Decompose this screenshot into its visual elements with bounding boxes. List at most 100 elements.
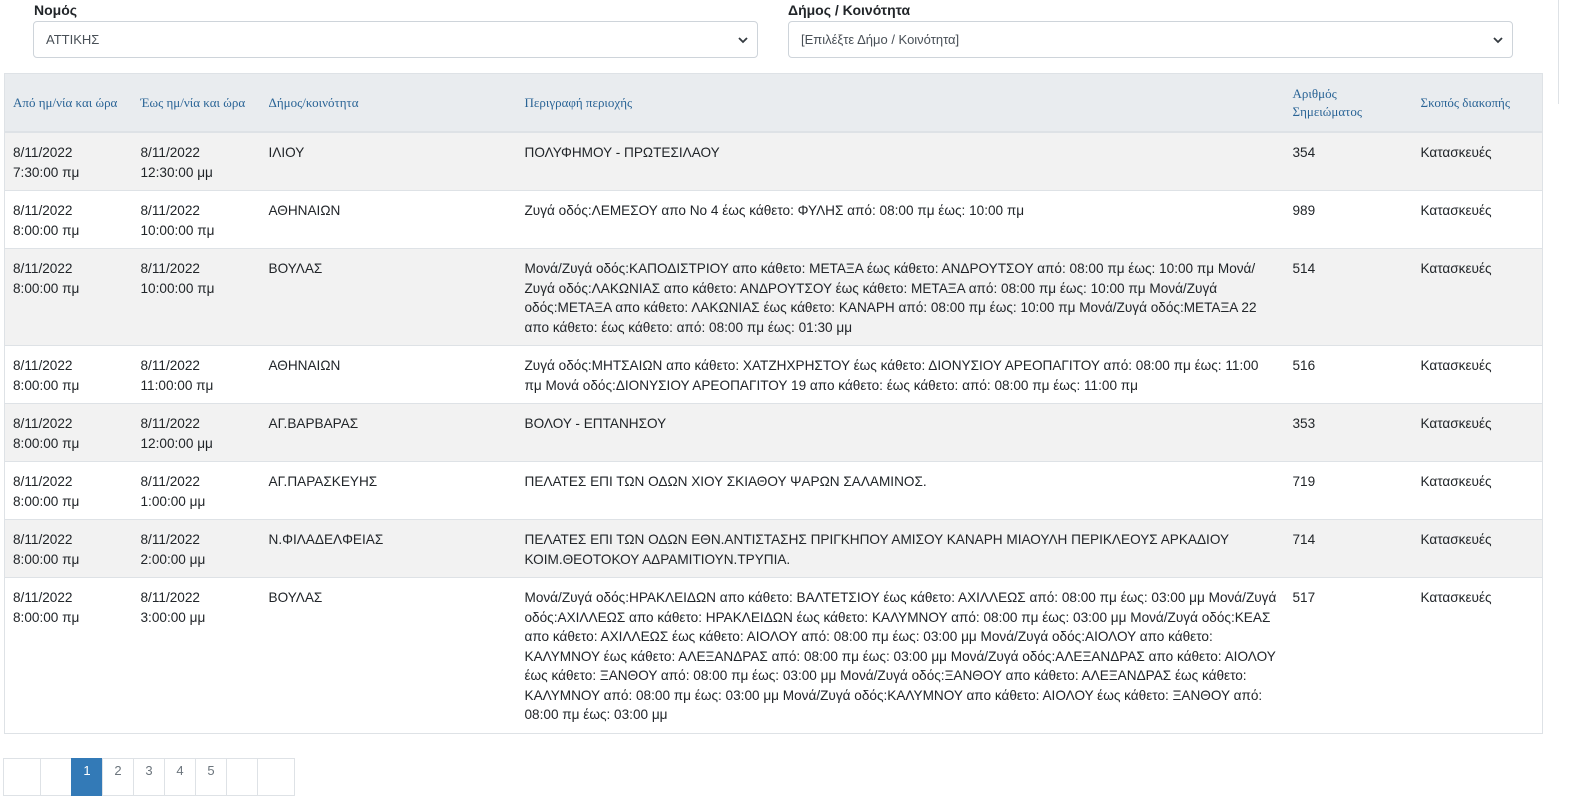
page-link[interactable] [226,758,258,796]
table-header-row: Από ημ/νία και ώρα Έως ημ/νία και ώρα Δή… [4,73,1543,133]
from-date: 8/11/2022 [13,590,73,605]
municipality-text: Ν.ΦΙΛΑΔΕΛΦΕΙΑΣ [268,532,384,547]
header-from[interactable]: Από ημ/νία και ώρα [4,73,133,133]
from-date: 8/11/2022 [13,145,73,160]
to-date: 8/11/2022 [140,532,200,547]
page-link[interactable] [40,758,72,796]
cell-from: 8/11/2022 8:00:00 πμ [4,403,133,462]
nomos-label: Νομός [34,2,78,18]
cell-purpose: Κατασκευές [1412,403,1543,462]
from-time: 8:00:00 πμ [13,222,80,238]
header-municipality[interactable]: Δήμος/κοινότητα [260,73,517,133]
page-link[interactable]: 3 [133,758,165,796]
cell-purpose: Κατασκευές [1412,190,1543,249]
cell-number: 989 [1284,190,1413,249]
cell-number: 514 [1284,248,1413,346]
area-text: Μονά/Ζυγά οδός:ΚΑΠΟΔΙΣΤΡΙΟΥ απο κάθετο: … [524,261,1257,335]
number-text: 353 [1292,416,1316,431]
from-time: 8:00:00 πμ [13,280,80,296]
cell-purpose: Κατασκευές [1412,248,1543,346]
cell-number: 354 [1284,131,1413,191]
page-link[interactable]: 2 [102,758,134,796]
cell-from: 8/11/2022 8:00:00 πμ [4,461,133,520]
table-row: 8/11/2022 8:00:00 πμ 8/11/2022 10:00:00 πμ Β… [4,248,1543,346]
to-date: 8/11/2022 [140,145,200,160]
from-date: 8/11/2022 [13,474,73,489]
table-row: 8/11/2022 8:00:00 πμ 8/11/2022 11:00:00 πμ Α… [4,345,1543,404]
cell-number: 714 [1284,519,1413,578]
municipality-text: ΑΓ.ΒΑΡΒΑΡΑΣ [268,416,359,431]
outages-table: Από ημ/νία και ώρα Έως ημ/νία και ώρα Δή… [4,73,1543,734]
header-purpose[interactable]: Σκοπός διακοπής [1412,73,1543,133]
table-row: 8/11/2022 8:00:00 πμ 8/11/2022 2:00:00 μμ Ν.… [4,519,1543,578]
cell-area: ΠΟΛΥΦΗΜΟΥ - ΠΡΩΤΕΣΙΛΑΟΥ [516,131,1285,191]
cell-area: ΠΕΛΑΤΕΣ ΕΠΙ ΤΩΝ ΟΔΩΝ ΕΘΝ.ΑΝΤΙΣΤΑΣΗΣ ΠΡΙΓ… [516,519,1285,578]
cell-purpose: Κατασκευές [1412,131,1543,191]
cell-from: 8/11/2022 8:00:00 πμ [4,345,133,404]
number-text: 516 [1292,358,1316,373]
header-number[interactable]: Αριθμός Σημειώματος [1284,73,1413,133]
nomos-select[interactable]: ΑΤΤΙΚΗΣ [33,21,758,58]
cell-to: 8/11/2022 12:30:00 μμ [132,131,261,191]
page-link[interactable] [3,758,41,796]
cell-from: 8/11/2022 8:00:00 πμ [4,519,133,578]
municipality-text: ΒΟΥΛΑΣ [268,261,323,276]
from-date: 8/11/2022 [13,416,73,431]
purpose-text: Κατασκευές [1420,261,1492,276]
cell-number: 719 [1284,461,1413,520]
from-date: 8/11/2022 [13,358,73,373]
cell-area: Μονά/Ζυγά οδός:ΗΡΑΚΛΕΙΔΩΝ απο κάθετο: ΒΑ… [516,577,1285,733]
cell-purpose: Κατασκευές [1412,519,1543,578]
number-text: 517 [1292,590,1316,605]
from-time: 8:00:00 πμ [13,377,80,393]
area-text: ΠΟΛΥΦΗΜΟΥ - ΠΡΩΤΕΣΙΛΑΟΥ [524,145,720,160]
to-date: 8/11/2022 [140,358,200,373]
page-link[interactable]: 4 [164,758,196,796]
cell-municipality: ΒΟΥΛΑΣ [260,248,517,346]
header-to[interactable]: Έως ημ/νία και ώρα [132,73,261,133]
nomos-select-value: ΑΤΤΙΚΗΣ [46,32,100,47]
area-text: ΠΕΛΑΤΕΣ ΕΠΙ ΤΩΝ ΟΔΩΝ ΧΙΟΥ ΣΚΙΑΘΟΥ ΨΑΡΩΝ … [524,474,927,489]
table-body: 8/11/2022 7:30:00 πμ 8/11/2022 12:30:00 μμ Ι… [4,131,1543,733]
cell-municipality: ΑΘΗΝΑΙΩΝ [260,345,517,404]
to-date: 8/11/2022 [140,416,200,431]
dimos-select[interactable]: [Επιλέξτε Δήμο / Κοινότητα] [788,21,1513,58]
to-time: 10:00:00 πμ [140,280,215,296]
header-number-line1: Αριθμός [1292,85,1337,101]
dimos-select-value: [Επιλέξτε Δήμο / Κοινότητα] [801,32,960,47]
cell-to: 8/11/2022 10:00:00 πμ [132,248,261,346]
table-row: 8/11/2022 7:30:00 πμ 8/11/2022 12:30:00 μμ Ι… [4,131,1543,191]
table-row: 8/11/2022 8:00:00 πμ 8/11/2022 1:00:00 μμ ΑΓ… [4,461,1543,520]
purpose-text: Κατασκευές [1420,474,1492,489]
chevron-down-icon [1493,37,1503,44]
page-link[interactable]: 1 [71,758,103,796]
cell-municipality: ΙΛΙΟΥ [260,131,517,191]
cell-from: 8/11/2022 8:00:00 πμ [4,577,133,733]
municipality-text: ΙΛΙΟΥ [268,145,305,160]
header-number-line2: Σημειώματος [1292,103,1363,119]
area-text: Ζυγά οδός:ΛΕΜΕΣΟΥ απο Νο 4 έως κάθετο: Φ… [524,203,1025,218]
to-date: 8/11/2022 [140,261,200,276]
purpose-text: Κατασκευές [1420,532,1492,547]
from-time: 8:00:00 πμ [13,435,80,451]
cell-area: Μονά/Ζυγά οδός:ΚΑΠΟΔΙΣΤΡΙΟΥ απο κάθετο: … [516,248,1285,346]
to-time: 2:00:00 μμ [140,551,206,567]
page-link[interactable] [257,758,295,796]
pagination: 12345 [3,758,295,798]
to-time: 11:00:00 πμ [140,377,214,393]
table-row: 8/11/2022 8:00:00 πμ 8/11/2022 12:00:00 μμ Α… [4,403,1543,462]
page-link[interactable]: 5 [195,758,227,796]
from-date: 8/11/2022 [13,203,73,218]
purpose-text: Κατασκευές [1420,358,1492,373]
purpose-text: Κατασκευές [1420,203,1492,218]
dimos-label: Δήμος / Κοινότητα [788,2,911,18]
number-text: 989 [1292,203,1316,218]
panel-edge-divider [1558,0,1559,104]
from-date: 8/11/2022 [13,261,73,276]
area-text: ΠΕΛΑΤΕΣ ΕΠΙ ΤΩΝ ΟΔΩΝ ΕΘΝ.ΑΝΤΙΣΤΑΣΗΣ ΠΡΙΓ… [524,532,1229,567]
to-time: 10:00:00 πμ [140,222,215,238]
from-time: 7:30:00 πμ [13,164,80,180]
header-area[interactable]: Περιγραφή περιοχής [516,73,1285,133]
number-text: 354 [1292,145,1316,160]
purpose-text: Κατασκευές [1420,145,1492,160]
